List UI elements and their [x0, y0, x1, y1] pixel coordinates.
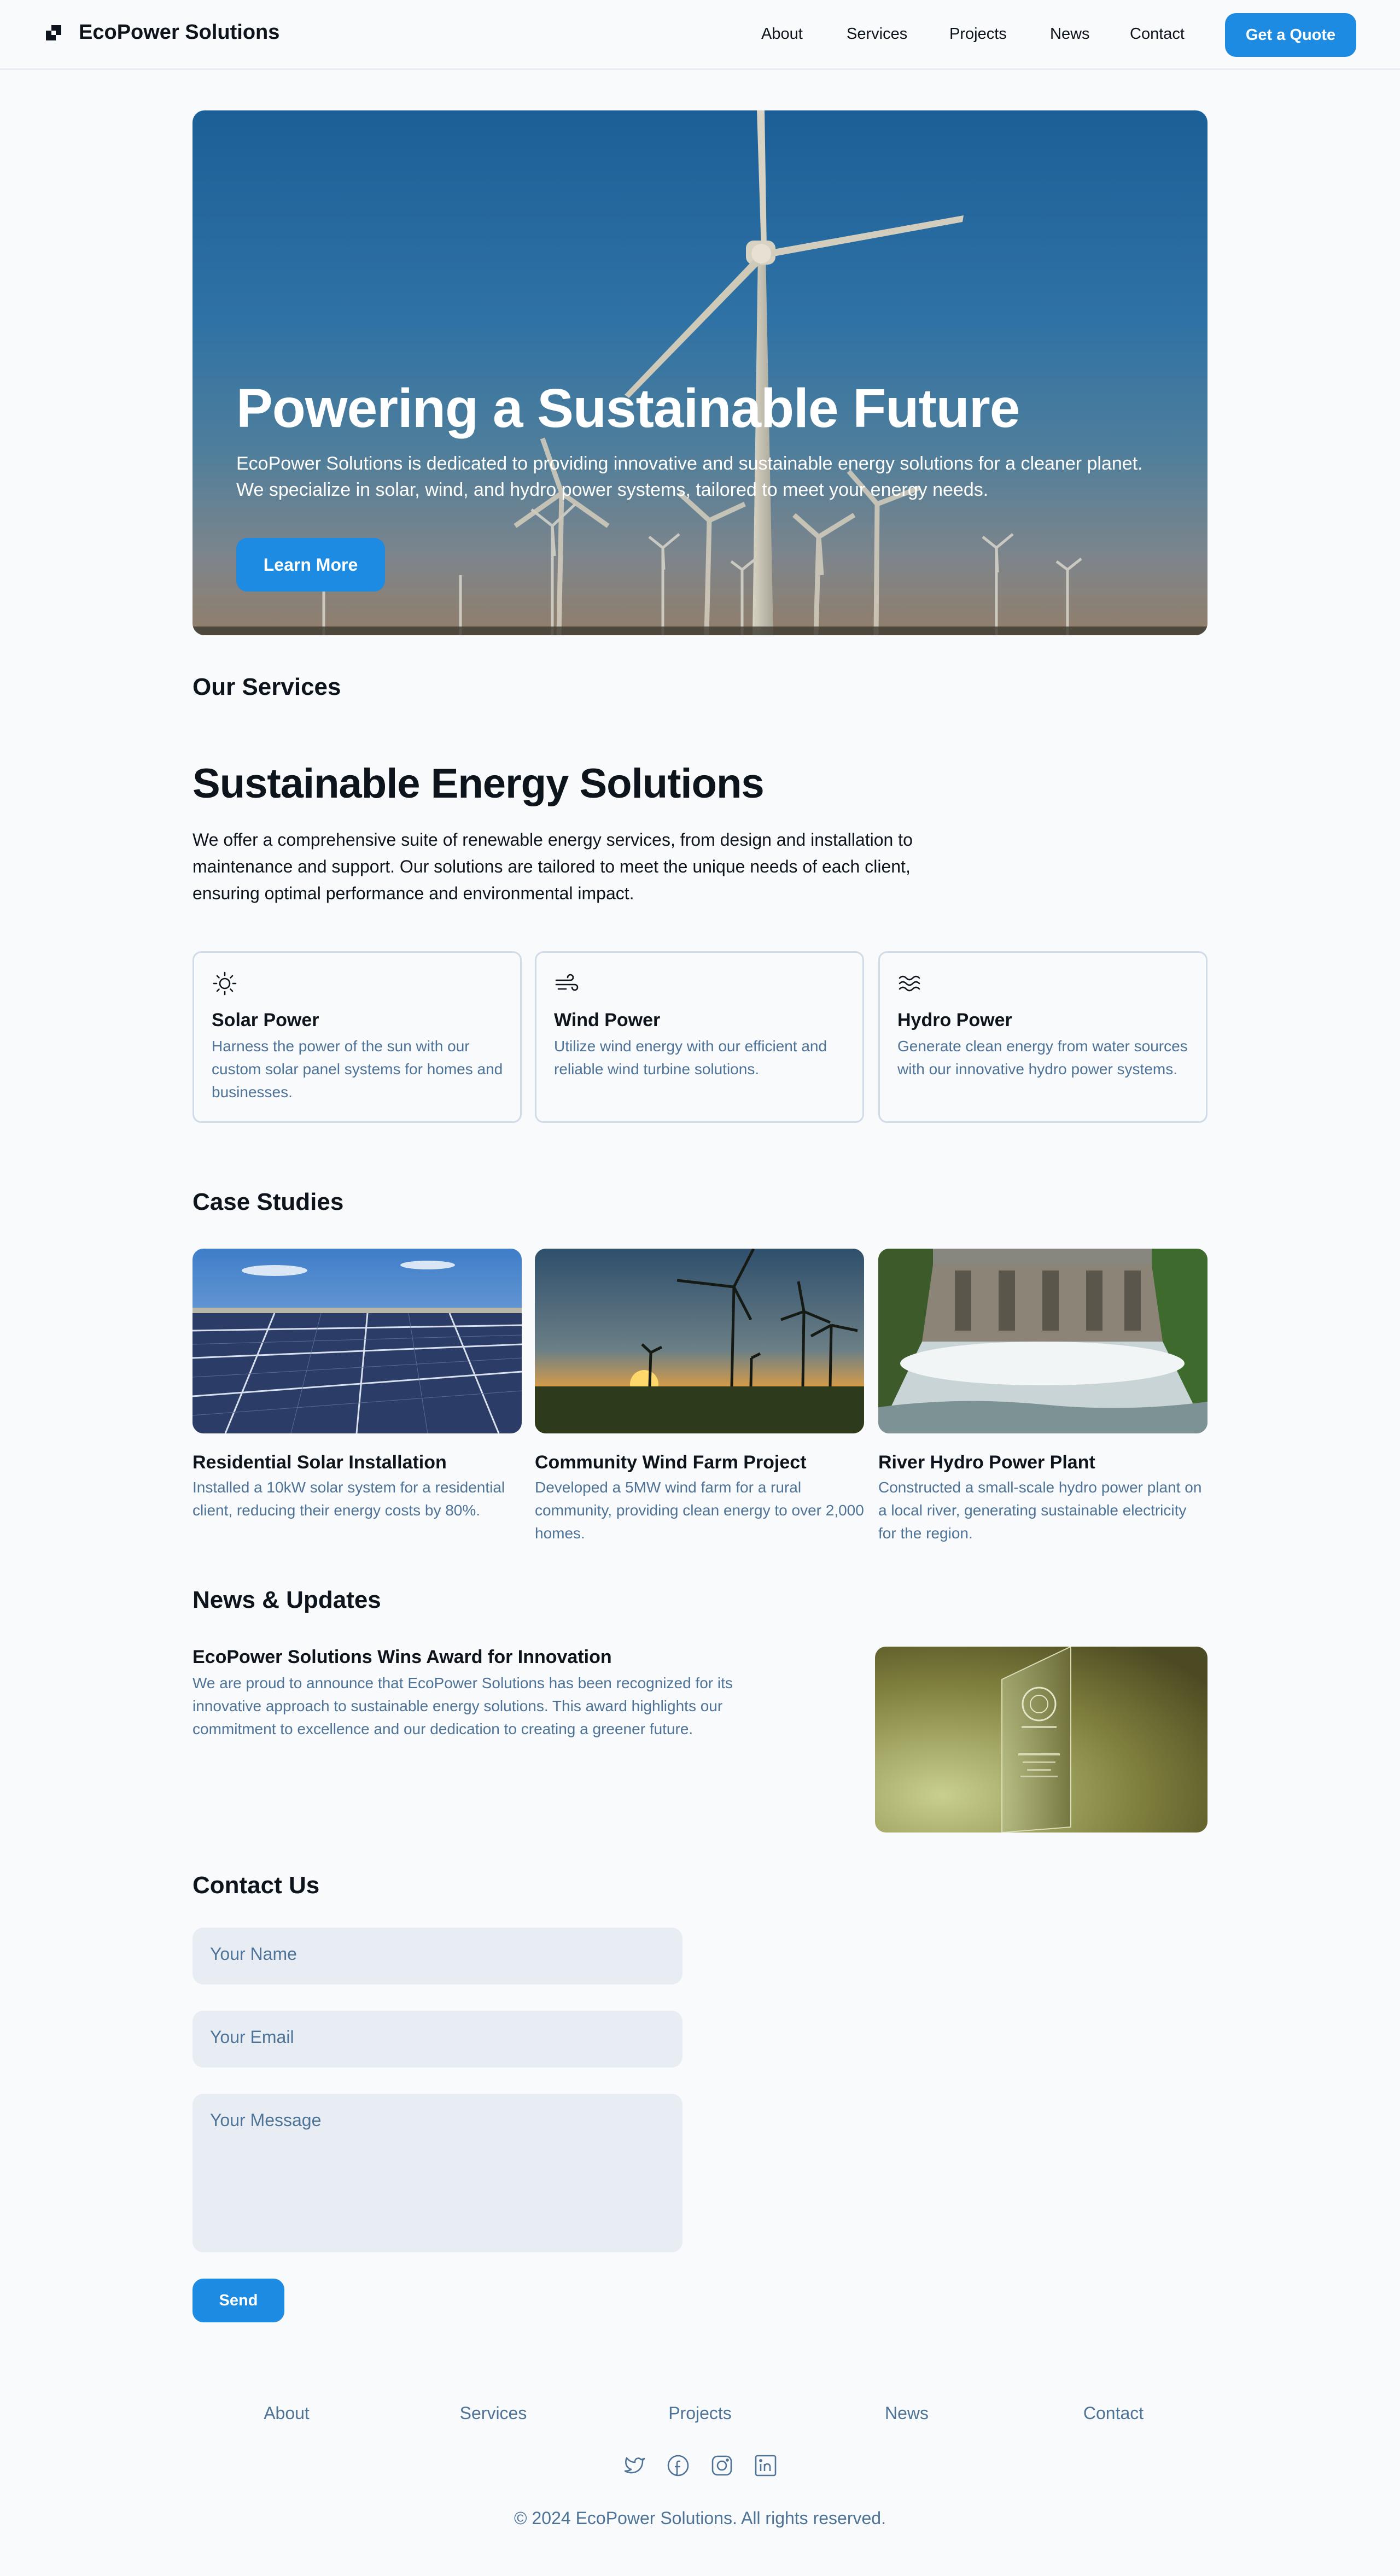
service-desc: Harness the power of the sun with our cu…	[212, 1038, 503, 1100]
linkedin-icon[interactable]	[754, 2454, 778, 2478]
email-input[interactable]: Your Email	[192, 2011, 682, 2068]
case-studies-heading: Case Studies	[192, 1189, 344, 1215]
news-title[interactable]: EcoPower Solutions Wins Award for Innova…	[192, 1647, 612, 1668]
service-name: Wind Power	[554, 1010, 661, 1031]
service-card-solar[interactable]: Solar Power Harness the power of the sun…	[192, 951, 522, 1123]
solar-panels-image[interactable]	[192, 1249, 522, 1433]
hero-banner: Powering a Sustainable Future EcoPower S…	[192, 110, 1208, 635]
instagram-icon[interactable]	[710, 2454, 734, 2478]
sun-icon	[213, 971, 237, 996]
case-title: Residential Solar Installation	[192, 1452, 447, 1473]
footer-link-about[interactable]: About	[221, 2403, 352, 2423]
service-desc: Generate clean energy from water sources…	[897, 1038, 1188, 1078]
case-desc: Developed a 5MW wind farm for a rural co…	[535, 1479, 864, 1542]
site-header: EcoPower Solutions About Services Projec…	[0, 0, 1400, 70]
services-heading: Our Services	[192, 674, 341, 700]
logo-icon[interactable]	[46, 25, 61, 40]
twitter-icon[interactable]	[622, 2454, 646, 2478]
news-desc: We are proud to announce that EcoPower S…	[192, 1675, 733, 1737]
case-desc: Installed a 10kW solar system for a resi…	[192, 1479, 505, 1519]
contact-heading: Contact Us	[192, 1872, 320, 1899]
case-title: River Hydro Power Plant	[878, 1452, 1095, 1473]
footer-link-projects[interactable]: Projects	[634, 2403, 766, 2423]
nav-about[interactable]: About	[761, 25, 803, 43]
service-name: Hydro Power	[897, 1010, 1012, 1031]
case-desc: Constructed a small-scale hydro power pl…	[878, 1479, 1202, 1542]
hydro-dam-image[interactable]	[878, 1249, 1208, 1433]
service-name: Solar Power	[212, 1010, 319, 1031]
facebook-icon[interactable]	[666, 2454, 690, 2478]
wind-icon	[555, 974, 579, 991]
footer-link-services[interactable]: Services	[428, 2403, 559, 2423]
news-heading: News & Updates	[192, 1586, 381, 1613]
service-card-hydro[interactable]: Hydro Power Generate clean energy from w…	[878, 951, 1208, 1123]
case-title: Community Wind Farm Project	[535, 1452, 807, 1473]
send-button[interactable]: Send	[192, 2279, 284, 2322]
wind-farm-sunset-image[interactable]	[535, 1249, 864, 1433]
nav-contact[interactable]: Contact	[1130, 25, 1185, 43]
service-card-wind[interactable]: Wind Power Utilize wind energy with our …	[535, 951, 864, 1123]
footer-link-news[interactable]: News	[841, 2403, 972, 2423]
services-intro: We offer a comprehensive suite of renewa…	[192, 830, 913, 903]
copyright-text: © 2024 EcoPower Solutions. All rights re…	[514, 2508, 886, 2528]
name-input[interactable]: Your Name	[192, 1928, 682, 1984]
nav-services[interactable]: Services	[847, 25, 907, 43]
award-trophy-image[interactable]	[875, 1647, 1208, 1833]
services-title: Sustainable Energy Solutions	[192, 760, 765, 807]
nav-projects[interactable]: Projects	[949, 25, 1007, 43]
hero-subtitle: EcoPower Solutions is dedicated to provi…	[236, 453, 1143, 500]
learn-more-button[interactable]: Learn More	[236, 538, 385, 592]
waves-icon	[899, 975, 920, 992]
get-quote-button[interactable]: Get a Quote	[1225, 13, 1356, 57]
hero-title: Powering a Sustainable Future	[236, 378, 1020, 439]
footer-link-contact[interactable]: Contact	[1048, 2403, 1179, 2423]
message-textarea[interactable]: Your Message	[192, 2094, 682, 2252]
service-desc: Utilize wind energy with our efficient a…	[554, 1038, 827, 1078]
brand-name[interactable]: EcoPower Solutions	[79, 21, 279, 44]
nav-news[interactable]: News	[1050, 25, 1090, 43]
